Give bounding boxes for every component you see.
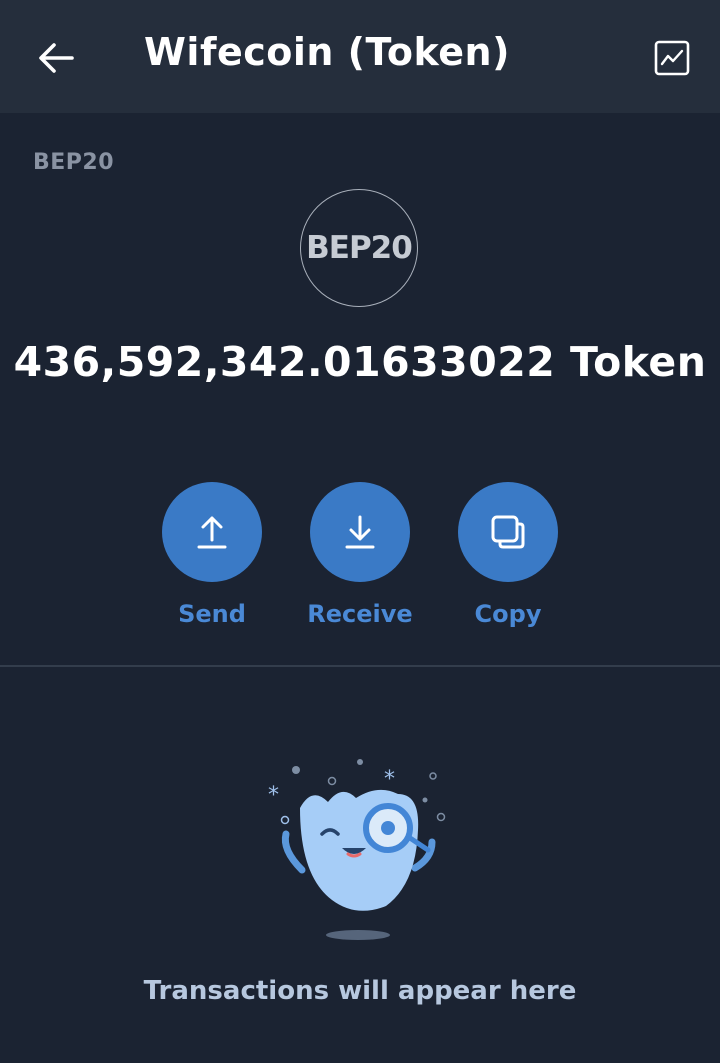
token-logo-text: BEP20 [306,230,413,266]
copy-button[interactable]: Copy [458,482,558,628]
chart-button[interactable] [652,38,692,78]
token-logo: BEP20 [300,189,418,307]
empty-state-mascot-illustration: * * [268,759,446,940]
svg-text:*: * [268,783,279,808]
send-button[interactable]: Send [162,482,262,628]
page-title: Wifecoin (Token) [144,30,510,74]
send-circle[interactable] [162,482,262,582]
network-label: BEP20 [33,150,115,175]
copy-circle[interactable] [458,482,558,582]
arrow-left-icon [39,43,74,73]
back-button[interactable] [30,34,82,82]
token-balance: 436,592,342.01633022 Token [13,338,707,386]
chart-line-icon [654,40,690,76]
copy-label: Copy [474,600,542,628]
receive-button[interactable]: Receive [307,482,413,628]
upload-arrow-icon [197,516,227,549]
send-label: Send [178,600,246,628]
receive-label: Receive [307,600,413,628]
empty-state-message: Transactions will appear here [143,976,577,1006]
divider [0,665,720,667]
top-app-bar: Wifecoin (Token) [0,0,720,113]
receive-circle[interactable] [310,482,410,582]
svg-text:*: * [384,767,395,792]
download-arrow-icon [345,515,375,549]
copy-icon [491,515,525,549]
